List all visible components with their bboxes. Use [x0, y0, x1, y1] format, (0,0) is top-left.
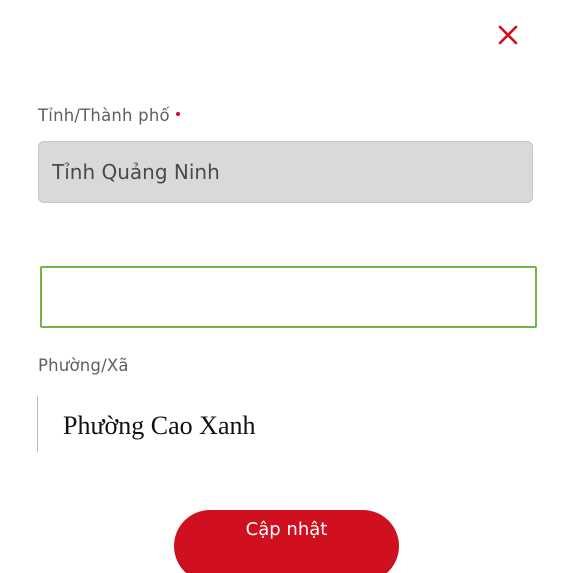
address-update-modal: Tỉnh/Thành phố Phường/Xã Phường Cao Xanh…: [0, 0, 561, 573]
ward-label: Phường/Xã: [38, 356, 129, 375]
province-field[interactable]: [38, 141, 533, 203]
ward-value: Phường Cao Xanh: [63, 411, 256, 440]
required-marker: [175, 112, 180, 116]
province-label-text: Tỉnh/Thành phố: [38, 106, 170, 125]
close-icon: [498, 25, 518, 45]
ward-select[interactable]: Phường Cao Xanh: [37, 396, 518, 452]
province-label: Tỉnh/Thành phố: [38, 106, 180, 125]
district-field[interactable]: [40, 266, 537, 328]
update-button[interactable]: Cập nhật: [174, 510, 399, 573]
close-button[interactable]: [492, 19, 524, 51]
